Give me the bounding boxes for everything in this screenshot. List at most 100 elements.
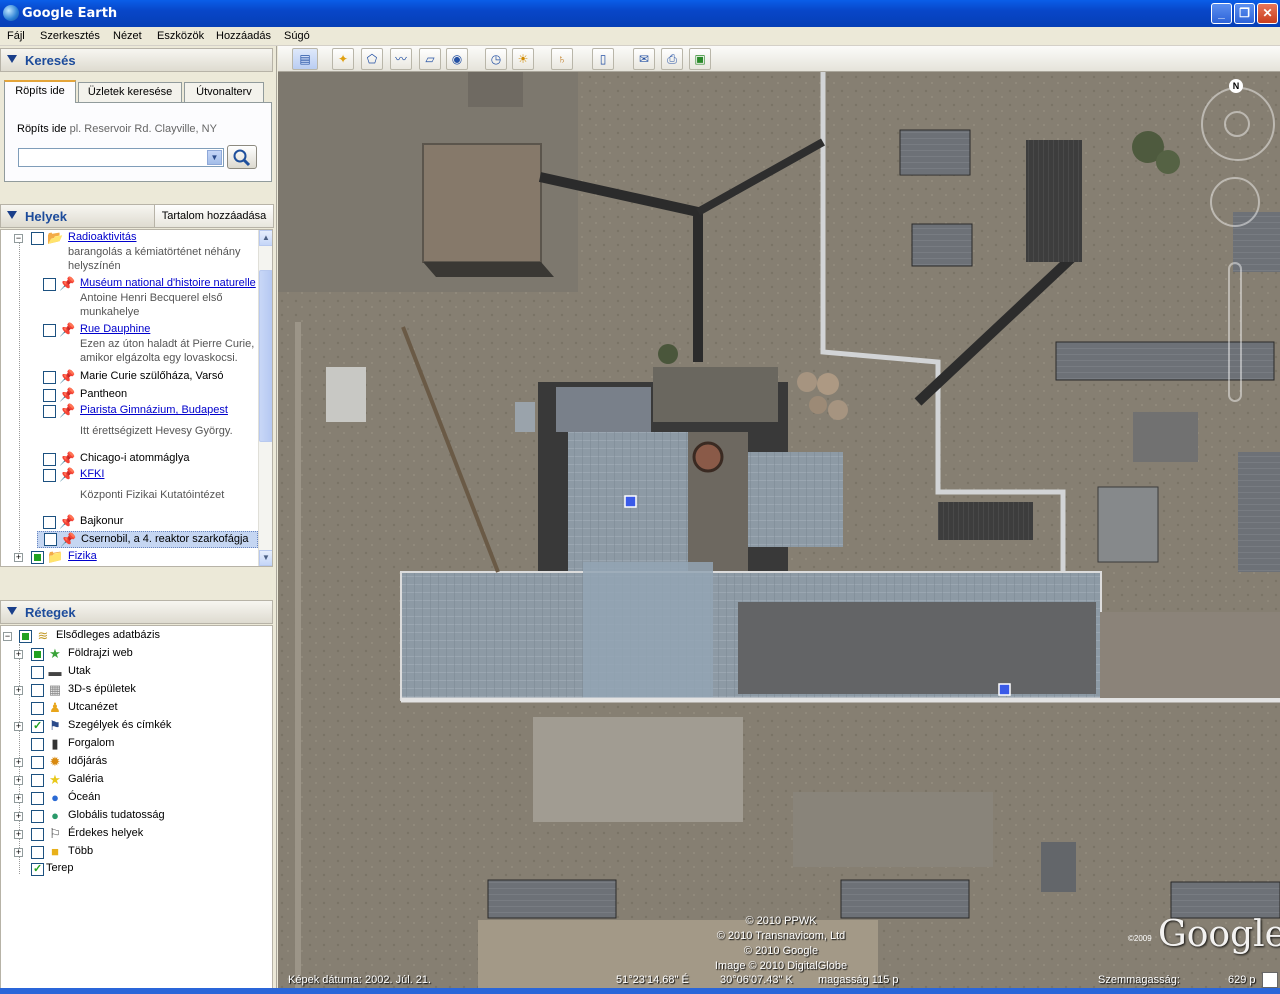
traffic-icon: ▮ [51,736,59,751]
layer-more[interactable]: + ■ Több [1,844,272,860]
ruler-icon[interactable]: ▯ [592,48,614,70]
place-item-kfki[interactable]: 📌 KFKI Központi Fizikai Kutatóintézet [1,467,258,503]
menu-view[interactable]: Nézet [113,30,142,42]
layer-traffic[interactable]: ▮ Forgalom [1,736,272,752]
collapse-arrow-icon[interactable] [7,55,17,63]
pegman-icon: ♟ [49,700,61,715]
place-item-chernobyl[interactable]: 📌 Csernobil, a 4. reaktor szarkofágja [37,531,258,548]
globe-icon: ● [51,808,59,823]
scroll-up-icon[interactable]: ▲ [259,230,272,246]
overlay-icon[interactable]: ▱ [419,48,441,70]
path-icon[interactable]: 〰 [390,48,412,70]
menu-file[interactable]: Fájl [7,30,25,42]
logo-year: ©2009 [1128,934,1152,943]
place-item-physics[interactable]: + 📁 Fizika [1,549,258,565]
print-icon[interactable]: ⎙ [661,48,683,70]
layer-places-of-interest[interactable]: + ⚐ Érdekes helyek [1,826,272,842]
planets-icon[interactable]: ♄ [551,48,573,70]
tab-find-businesses[interactable]: Üzletek keresése [78,82,182,102]
polygon-icon[interactable]: ⬠ [361,48,383,70]
places-header[interactable]: Helyek Tartalom hozzáadása [0,204,274,228]
pushpin-icon: 📌 [59,467,76,482]
side-panel: Keresés Röpíts ide Üzletek keresése Útvo… [0,46,277,994]
places-scrollbar[interactable]: ▲ ▼ [258,230,272,566]
tab-directions[interactable]: Útvonalterv [184,82,264,102]
scroll-thumb[interactable] [259,270,272,442]
menu-tools[interactable]: Eszközök [157,30,204,42]
historical-imagery-icon[interactable]: ◷ [485,48,507,70]
eye-altitude-label: Szemmagasság: [1098,974,1180,986]
menu-edit[interactable]: Szerkesztés [40,30,100,42]
zoom-slider[interactable] [1228,262,1242,402]
place-item-chicago[interactable]: 📌 Chicago-i atommáglya [1,451,258,467]
map-view[interactable]: N © 2010 PPWK © 2010 Transnavicom, Ltd ©… [278,72,1280,988]
maximize-button[interactable]: ❐ [1234,3,1255,24]
building-icon: ▦ [48,682,62,697]
move-joystick-icon[interactable] [1210,177,1260,227]
layer-ocean[interactable]: + ● Óceán [1,790,272,806]
dropdown-arrow-icon[interactable]: ▼ [207,150,222,165]
close-button[interactable]: ✕ [1257,3,1278,24]
title-bar: Google Earth _ ❐ ✕ [0,0,1280,27]
google-logo: Google [1158,914,1280,955]
collapse-arrow-icon[interactable] [7,607,17,615]
place-item-museum[interactable]: 📌 Muséum national d'histoire naturelle A… [1,276,258,320]
place-item-radioactivity[interactable]: − 📂 Radioaktivitás barangolás a kémiatör… [1,230,258,272]
layers-header[interactable]: Rétegek [0,600,273,624]
search-input[interactable]: ▼ [18,148,224,167]
places-tree: − 📂 Radioaktivitás barangolás a kémiatör… [0,229,273,567]
layer-geographic-web[interactable]: + ★ Földrajzi web [1,646,272,662]
layer-terrain[interactable]: Terep [1,861,272,877]
map-toolbar: ▤ ✦ ⬠ 〰 ▱ ◉ ◷ ☀ ♄ ▯ ✉ ⎙ ▣ [278,46,1280,72]
layer-global-awareness[interactable]: + ● Globális tudatosság [1,808,272,824]
tour-icon[interactable]: ◉ [446,48,468,70]
scroll-down-icon[interactable]: ▼ [259,550,272,566]
collapse-arrow-icon[interactable] [7,211,17,219]
streaming-indicator-icon [1262,972,1278,988]
save-image-icon[interactable]: ▣ [689,48,711,70]
search-header[interactable]: Keresés [0,48,273,72]
menu-add[interactable]: Hozzáadás [216,30,271,42]
layer-borders-labels[interactable]: + ⚑ Szegélyek és címkék [1,718,272,734]
eye-altitude-value: 629 p [1228,974,1256,986]
sun-icon: ✹ [49,754,61,769]
pushpin-icon: 📌 [60,532,77,547]
search-button[interactable] [227,145,257,169]
elevation: magasság 115 p [818,974,899,986]
minimize-button[interactable]: _ [1211,3,1232,24]
layer-street-view[interactable]: ♟ Utcanézet [1,700,272,716]
add-content-button[interactable]: Tartalom hozzáadása [154,204,274,228]
layers-icon: ≋ [37,628,49,643]
sidebar-toggle-icon[interactable]: ▤ [292,48,318,70]
road-icon: ▬ [48,664,62,679]
layer-weather[interactable]: + ✹ Időjárás [1,754,272,770]
search-tabs: Röpíts ide Üzletek keresése Útvonalterv [4,80,272,103]
look-joystick-icon[interactable] [1224,111,1250,137]
window-title: Google Earth [22,6,118,21]
status-bar: Képek dátuma: 2002. Júl. 21. 51°23'14.68… [278,972,1280,988]
north-indicator[interactable]: N [1229,79,1243,93]
layer-3d-buildings[interactable]: + ▦ 3D-s épületek [1,682,272,698]
tab-fly-to[interactable]: Röpíts ide [4,80,76,103]
place-item-piarista[interactable]: 📌 Piarista Gimnázium, Budapest Itt érett… [1,403,258,439]
place-item-rue-dauphine[interactable]: 📌 Rue Dauphine Ezen az úton haladt át Pi… [1,322,258,366]
place-item-pantheon[interactable]: 📌 Pantheon [1,387,258,403]
place-item-bajkonur[interactable]: 📌 Bajkonur [1,514,258,530]
placemark-icon[interactable]: ✦ [332,48,354,70]
layer-primary-db[interactable]: − ≋ Elsődleges adatbázis [1,628,272,644]
longitude: 30°06'07.43" K [720,974,793,986]
layer-roads[interactable]: ▬ Utak [1,664,272,680]
menu-help[interactable]: Súgó [284,30,310,42]
layer-gallery[interactable]: + ★ Galéria [1,772,272,788]
flag-icon: ⚑ [49,718,61,733]
pushpin-icon: 📌 [59,322,76,337]
star-icon: ★ [49,772,61,787]
email-icon[interactable]: ✉ [633,48,655,70]
navigation-controls: N [1198,77,1278,407]
pushpin-icon: 📌 [59,514,76,529]
search-panel: Röpíts ide pl. Reservoir Rd. Clayville, … [4,102,272,182]
star-icon: ★ [49,646,61,661]
sunlight-icon[interactable]: ☀ [512,48,534,70]
place-item-marie-curie[interactable]: 📌 Marie Curie szülőháza, Varsó [1,369,258,385]
flag-icon: ⚐ [49,826,61,841]
